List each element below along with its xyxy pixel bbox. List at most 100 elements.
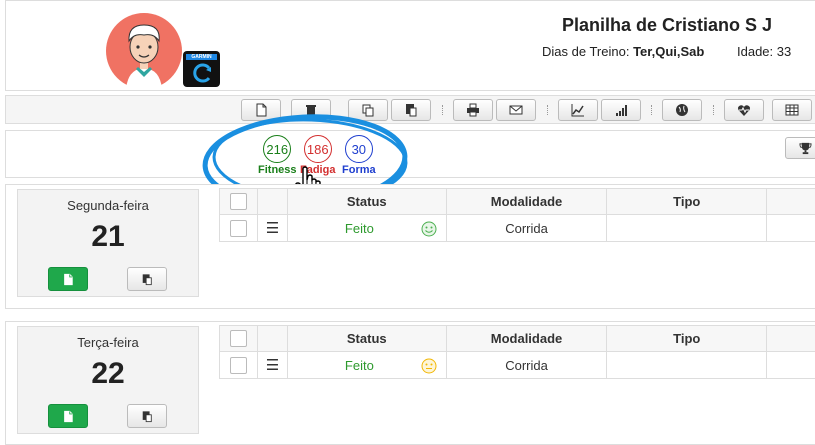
day-number: 22 xyxy=(91,357,125,390)
table-icon xyxy=(785,104,799,116)
age-label: Idade: xyxy=(737,44,774,59)
forma-value: 30 xyxy=(344,135,373,163)
tipo-header[interactable]: Tipo xyxy=(606,325,768,352)
new-workout-button[interactable] xyxy=(48,267,88,291)
delete-button[interactable] xyxy=(291,99,331,121)
training-days-value: Ter,Qui,Sab xyxy=(633,44,705,59)
print-button[interactable] xyxy=(453,99,493,121)
paste-button[interactable] xyxy=(391,99,431,121)
forma-metric[interactable]: 30 Forma xyxy=(342,135,376,176)
table-row[interactable]: ☰ Feito Corrida xyxy=(219,351,815,379)
forma-label: Forma xyxy=(342,164,376,176)
garmin-connect-icon xyxy=(193,63,211,83)
age-value: 33 xyxy=(776,44,792,59)
day-card: Terça-feira 22 xyxy=(17,326,199,434)
email-button[interactable] xyxy=(496,99,536,121)
fitness-metric[interactable]: 216 Fitness xyxy=(258,135,297,176)
new-button[interactable] xyxy=(241,99,281,121)
line-chart-button[interactable] xyxy=(558,99,598,121)
heart-rate-icon xyxy=(738,105,750,116)
modalidade-cell: Corrida xyxy=(445,351,608,379)
extra-cell xyxy=(766,351,815,379)
select-all-checkbox[interactable] xyxy=(229,193,247,210)
neutral-face-icon xyxy=(421,358,437,374)
bar-chart-icon xyxy=(616,105,627,116)
training-days: Dias de Treino: Ter,Qui,Sab xyxy=(542,44,704,59)
trophy-icon xyxy=(798,142,812,154)
tipo-cell xyxy=(606,214,768,242)
app-root: GARMIN Planilha de Cristiano S J Dias de… xyxy=(0,0,815,445)
paste-icon xyxy=(142,410,152,422)
user-avatar[interactable] xyxy=(104,11,184,91)
day-name: Terça-feira xyxy=(77,335,139,350)
fitness-label: Fitness xyxy=(258,164,297,176)
workout-table: Status Modalidade Tipo ☰ Feito Corrida xyxy=(219,188,815,242)
row-checkbox[interactable] xyxy=(229,356,247,374)
heart-rate-button[interactable] xyxy=(724,99,764,121)
new-icon xyxy=(256,103,267,117)
modalidade-header[interactable]: Modalidade xyxy=(445,188,608,215)
bar-chart-button[interactable] xyxy=(601,99,641,121)
extra-header xyxy=(766,325,815,352)
delete-icon xyxy=(306,105,316,116)
new-icon xyxy=(64,273,73,285)
tipo-cell xyxy=(606,351,768,379)
day-number: 21 xyxy=(91,220,125,253)
training-days-label: Dias de Treino: xyxy=(542,44,630,59)
status-text: Feito xyxy=(344,358,374,373)
row-check-cell xyxy=(219,214,258,242)
row-checkbox[interactable] xyxy=(229,219,247,237)
modalidade-cell: Corrida xyxy=(445,214,608,242)
paste-icon xyxy=(406,104,417,117)
status-cell: Feito xyxy=(286,214,447,242)
extra-header xyxy=(766,188,815,215)
table-header-row: Status Modalidade Tipo xyxy=(219,188,815,215)
row-menu-cell: ☰ xyxy=(256,214,288,242)
table-button[interactable] xyxy=(772,99,812,121)
menu-header xyxy=(256,188,288,215)
new-workout-button[interactable] xyxy=(48,404,88,428)
globe-icon xyxy=(676,104,688,116)
tipo-header[interactable]: Tipo xyxy=(606,188,768,215)
trophy-button[interactable] xyxy=(785,137,815,159)
toolbar-separator xyxy=(651,105,654,115)
garmin-label: GARMIN xyxy=(186,54,217,60)
day-name: Segunda-feira xyxy=(67,198,149,213)
new-icon xyxy=(64,410,73,422)
select-all-cell xyxy=(219,325,258,352)
status-header[interactable]: Status xyxy=(286,325,447,352)
hamburger-icon[interactable]: ☰ xyxy=(266,357,279,374)
page-title: Planilha de Cristiano S J xyxy=(562,15,773,35)
day-section: Terça-feira 22 Status Modalidade Tipo ☰ xyxy=(5,321,815,445)
day-section: Segunda-feira 21 Status Modalidade Tipo … xyxy=(5,184,815,309)
status-text: Feito xyxy=(344,221,374,236)
toolbar-separator xyxy=(442,105,445,115)
toolbar-separator xyxy=(547,105,550,115)
toolbar xyxy=(5,95,815,124)
workout-table: Status Modalidade Tipo ☰ Feito Corrida xyxy=(219,325,815,379)
status-cell: Feito xyxy=(286,351,447,379)
row-menu-cell: ☰ xyxy=(256,351,288,379)
hamburger-icon[interactable]: ☰ xyxy=(266,220,279,237)
extra-cell xyxy=(766,214,815,242)
copy-button[interactable] xyxy=(348,99,388,121)
paste-workout-button[interactable] xyxy=(127,404,167,428)
day-card: Segunda-feira 21 xyxy=(17,189,199,297)
fadiga-value: 186 xyxy=(303,135,332,163)
paste-workout-button[interactable] xyxy=(127,267,167,291)
modalidade-header[interactable]: Modalidade xyxy=(445,325,608,352)
fitness-value: 216 xyxy=(263,135,292,163)
happy-face-icon xyxy=(421,221,437,237)
line-chart-icon xyxy=(571,104,584,117)
print-icon xyxy=(467,103,479,117)
mail-icon xyxy=(509,105,523,115)
table-row[interactable]: ☰ Feito Corrida xyxy=(219,214,815,242)
age-info: Idade: 33 xyxy=(737,44,791,59)
fitness-stats-panel: 216 Fitness 186 Fadiga 30 Forma xyxy=(5,130,815,178)
paste-icon xyxy=(142,273,152,285)
status-header[interactable]: Status xyxy=(286,188,447,215)
table-header-row: Status Modalidade Tipo xyxy=(219,325,815,352)
garmin-connect-badge[interactable]: GARMIN xyxy=(183,51,220,87)
globe-button[interactable] xyxy=(662,99,702,121)
select-all-checkbox[interactable] xyxy=(229,330,247,347)
